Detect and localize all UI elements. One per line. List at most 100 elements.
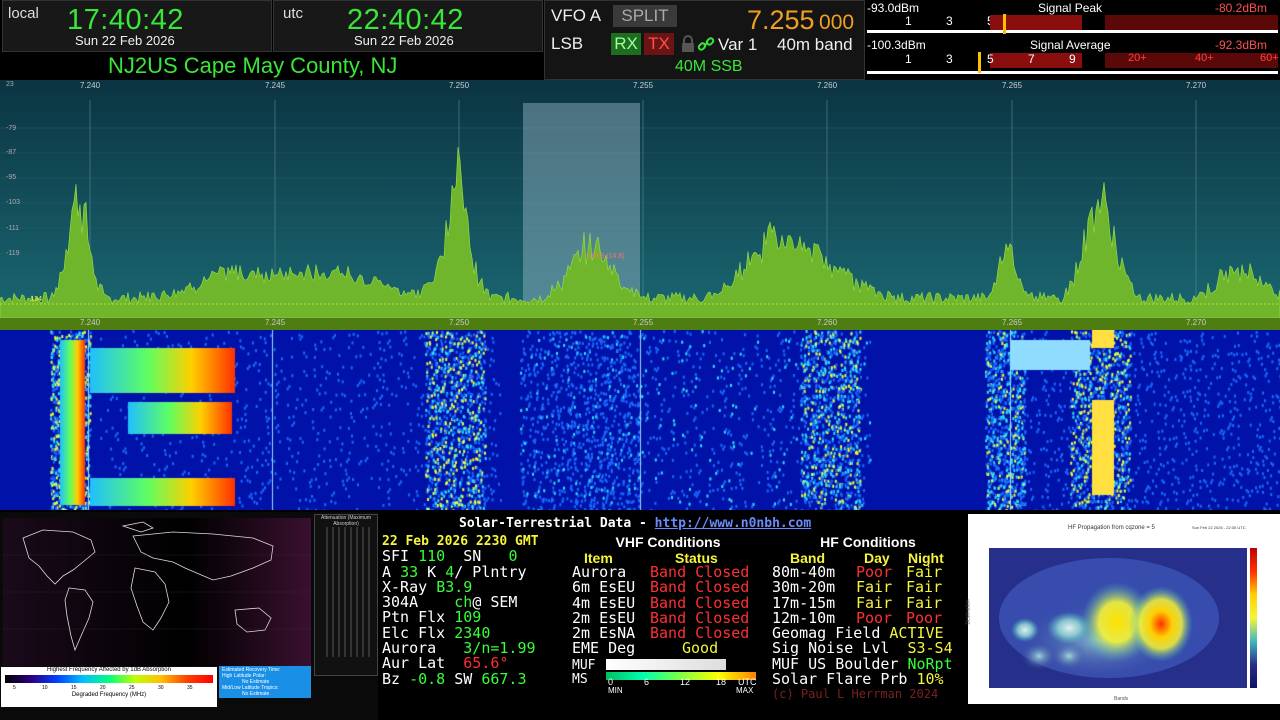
waterfall-panel[interactable] <box>0 330 1280 510</box>
propagation-xlabel: Bands <box>1114 696 1129 702</box>
legend-axis: Degraded Frequency (MHz) <box>71 692 147 698</box>
solar-footer: (c) Paul L Herrman 2024 <box>772 687 939 702</box>
propagation-panel: HF Propagation from cqzone = 5 Sun Feb 2… <box>965 514 1280 704</box>
db-scale: 23 -79 -87 -95 -103 -111 -119 <box>6 80 36 320</box>
vfo-panel: VFO A SPLIT 7.255 000 LSB RX TX Var 1 40… <box>544 0 865 80</box>
freq-label: 7.255 <box>633 318 654 327</box>
solar-left-column: 22 Feb 2026 2230 GMT SFI 110 SN 0 A 33 K… <box>382 534 568 687</box>
vhf-muf-row: MUF <box>572 657 764 673</box>
average-tick: 1 <box>905 52 912 66</box>
average-needle <box>978 52 981 73</box>
local-clock-panel: local 17:40:42 Sun 22 Feb 2026 <box>2 0 272 52</box>
solar-title-text: Solar-Terrestrial Data - <box>459 516 655 531</box>
flare-row: Solar Flare Prb 10% <box>772 670 944 689</box>
split-button[interactable]: SPLIT <box>613 5 677 27</box>
hf-row: 12m-10m Poor Poor <box>772 608 964 627</box>
db-label: -79 <box>6 125 17 132</box>
db-label: 23 <box>6 81 14 88</box>
link-icon[interactable] <box>697 35 715 53</box>
freq-label: 7.250 <box>449 318 470 327</box>
average-plus-tick: 20+ <box>1128 52 1147 64</box>
utc-clock-panel: utc 22:40:42 Sun 22 Feb 2026 <box>273 0 543 52</box>
vhf-item: EME Deg <box>572 639 636 658</box>
spectrum-panel[interactable]: 7.240 7.245 7.250 7.255 7.260 7.265 7.270 7.24… <box>0 80 1280 330</box>
average-tick: 7 <box>1028 52 1035 66</box>
frequency-main: 7.255 <box>747 5 815 35</box>
freq-scale-bottom: 7.240 7.245 7.250 7.255 7.260 7.265 7.270 <box>0 318 1280 328</box>
world-map <box>3 518 311 666</box>
signal-meters: -93.0dBm Signal Peak -80.2dBm 1 3 5 7 9 … <box>865 0 1280 78</box>
db-label: -87 <box>6 149 17 156</box>
average-ticks: 1 3 5 7 9 20+ 40+ 60+ <box>865 52 1280 72</box>
average-right-dbm: -92.3dBm <box>1215 38 1268 52</box>
legend-tick: 10 <box>42 685 48 691</box>
hf-band: 12m-10m <box>772 608 836 627</box>
legend-tick: 25 <box>129 685 135 691</box>
freq-label: 7.250 <box>449 81 470 90</box>
vhf-rows: Aurora Band Closed 6m EsEU Band Closed 4m Es… <box>572 564 764 658</box>
frequency-sub: 000 <box>819 11 855 34</box>
vhf-column: VHF Conditions Item Status Aurora Band Cl… <box>572 534 764 697</box>
ms-scale: 0 6 12 18 UTC MIN MAX <box>608 676 757 695</box>
tx-button[interactable]: TX <box>644 33 674 55</box>
legend-tick: 35 <box>187 685 193 691</box>
rx-button[interactable]: RX <box>611 33 641 55</box>
average-plus-tick: 60+ <box>1260 52 1279 64</box>
freq-label: 7.240 <box>80 318 101 327</box>
band-mode: 40M SSB <box>675 58 743 75</box>
vhf-status: Good <box>682 639 719 658</box>
legend-gradient <box>5 675 213 683</box>
average-title: Signal Average <box>1030 38 1111 52</box>
local-date: Sun 22 Feb 2026 <box>75 33 175 48</box>
vhf-title: VHF Conditions <box>615 534 721 550</box>
freq-label: 7.265 <box>1002 318 1023 327</box>
attenuation-chart: Attenuation (Maximum Absorption) <box>314 514 378 676</box>
average-tick: 9 <box>1069 52 1076 66</box>
average-dbm: -100.3dBm <box>867 38 926 52</box>
peak-title: Signal Peak <box>1038 1 1103 15</box>
peak-bar <box>867 30 1278 33</box>
db-label: -103 <box>6 199 21 206</box>
propagation-ylabel: Destination <box>965 599 972 625</box>
solar-row-bz: Bz -0.8 SW 667.3 <box>382 669 527 688</box>
absorption-legend: Highest Frequency Affected by 1dB Absorp… <box>1 667 217 707</box>
propagation-title: HF Propagation from cqzone = 5 <box>1068 525 1155 531</box>
db-label: -95 <box>6 174 17 181</box>
freq-label: 7.260 <box>817 318 838 327</box>
vhf-ms-row: MS <box>572 671 764 687</box>
legend-tick: 30 <box>158 685 164 691</box>
freq-label: 7.255 <box>633 81 654 90</box>
utc-label: utc <box>283 5 304 22</box>
solar-link[interactable]: http://www.n0nbh.com <box>655 516 812 531</box>
db-label: -119 <box>6 250 20 257</box>
average-tick: 3 <box>946 52 953 66</box>
freq-label: 7.245 <box>265 318 286 327</box>
local-label: local <box>8 5 39 22</box>
lock-icon[interactable] <box>679 35 697 53</box>
hf-night: Poor <box>906 608 943 627</box>
low-marker: -134 <box>28 296 43 303</box>
propagation-heatmap <box>989 548 1247 688</box>
freq-label: 7.270 <box>1186 318 1207 327</box>
spectrum-plot[interactable] <box>0 80 1280 330</box>
peak-plus-zone <box>1105 15 1278 30</box>
mode-label[interactable]: LSB <box>551 34 583 54</box>
legend-tick: 5 <box>13 685 16 691</box>
db-label: -111 <box>6 225 19 232</box>
peak-dbm: -93.0dBm <box>867 1 920 15</box>
waterfall-canvas[interactable] <box>0 330 1280 510</box>
var-label: Var 1 <box>718 35 758 54</box>
freq-label: 7.260 <box>817 81 838 90</box>
peak-tick: 1 <box>905 14 912 28</box>
freq-label: 7.265 <box>1002 81 1023 90</box>
average-bar <box>867 71 1278 74</box>
freq-label: 7.270 <box>1186 81 1207 90</box>
legend-title: Highest Frequency Affected by 1dB Absorp… <box>47 667 171 673</box>
muf-bar <box>606 658 756 670</box>
legend-tick: 20 <box>100 685 106 691</box>
frequency-display: 7.255 000 <box>747 5 854 36</box>
propagation-timestamp: Sun Feb 22 2026 - 22:30 UTC <box>1192 525 1246 530</box>
hf-rows: 80m-40m Poor Fair 30m-20m Fair Fair 17m-15m Fai… <box>772 564 964 627</box>
info-line: No Estimate <box>242 691 270 697</box>
hf-title: HF Conditions <box>820 534 916 550</box>
